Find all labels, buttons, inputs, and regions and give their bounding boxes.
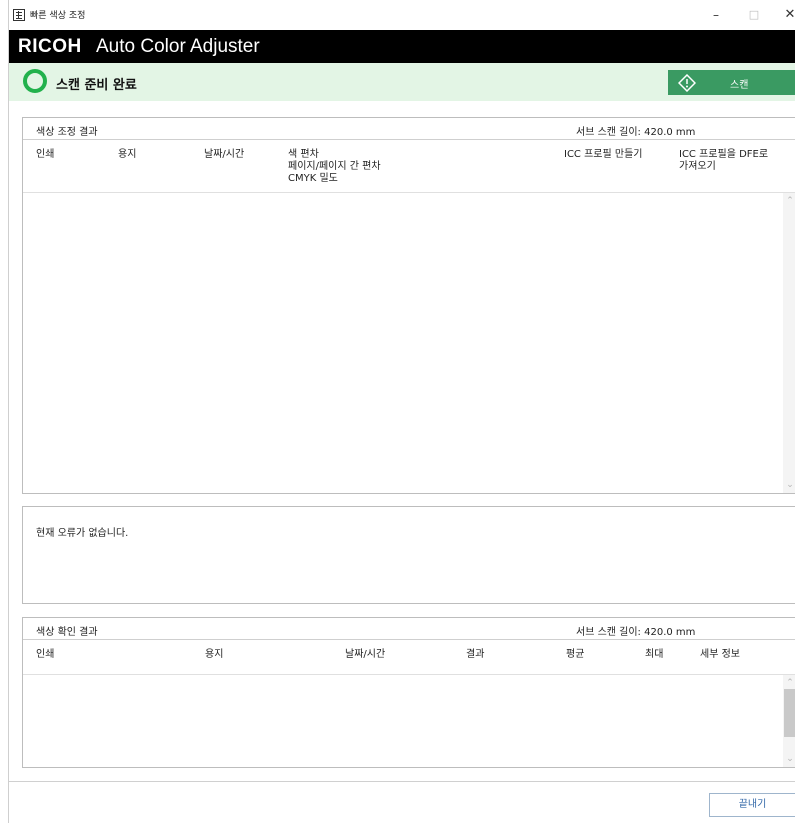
adj-col-icc-import-line2: 가져오기 bbox=[679, 161, 716, 172]
scan-button[interactable]: 스캔 bbox=[668, 70, 795, 95]
check-scrollbar[interactable]: ⌃ ⌄ bbox=[783, 675, 795, 767]
maximize-button[interactable]: □ bbox=[739, 6, 769, 24]
adj-col-icc-import-line1: ICC 프로필을 DFE로 bbox=[679, 149, 769, 160]
window-title: 빠른 색상 조정 bbox=[30, 11, 86, 21]
check-col-average[interactable]: 평균 bbox=[566, 649, 584, 661]
adj-col-color-deviation-line2: 페이지/페이지 간 편차 bbox=[288, 161, 381, 172]
adjustment-header-divider bbox=[23, 192, 795, 193]
adjustment-scrollbar[interactable]: ⌃ ⌄ bbox=[783, 193, 795, 493]
ricoh-logo: RICOH bbox=[18, 36, 82, 57]
check-col-result[interactable]: 결과 bbox=[466, 649, 484, 661]
color-check-panel: 색상 확인 결과 서브 스캔 길이: 420.0 mm 인쇄 용지 날짜/시간 … bbox=[22, 617, 795, 768]
status-text: 스캔 준비 완료 bbox=[56, 78, 137, 93]
adj-col-paper[interactable]: 용지 bbox=[118, 149, 136, 161]
check-col-max[interactable]: 최대 bbox=[645, 649, 663, 661]
check-col-print[interactable]: 인쇄 bbox=[36, 649, 54, 661]
adjustment-panel-header: 색상 조정 결과 서브 스캔 길이: 420.0 mm bbox=[23, 118, 795, 140]
exit-button[interactable]: 끝내기 bbox=[709, 793, 795, 817]
check-sub-scan-length: 서브 스캔 길이: 420.0 mm bbox=[576, 627, 696, 638]
app-icon bbox=[13, 9, 25, 21]
adj-col-color-deviation[interactable]: 색 편차 페이지/페이지 간 편차 CMYK 밀도 bbox=[288, 149, 381, 185]
adjustment-sub-scan-length: 서브 스캔 길이: 420.0 mm bbox=[576, 127, 696, 138]
scan-button-label: 스캔 bbox=[730, 80, 749, 91]
app-window: 빠른 색상 조정 – □ ✕ RICOH Auto Color Adjuster… bbox=[8, 0, 795, 823]
adj-col-datetime[interactable]: 날짜/시간 bbox=[204, 149, 244, 161]
error-message-panel: 현재 오류가 없습니다. bbox=[22, 506, 795, 604]
check-panel-header: 색상 확인 결과 서브 스캔 길이: 420.0 mm bbox=[23, 618, 795, 640]
scroll-down-icon[interactable]: ⌄ bbox=[783, 479, 795, 491]
title-bar: 빠른 색상 조정 – □ ✕ bbox=[9, 0, 795, 30]
check-col-datetime[interactable]: 날짜/시간 bbox=[345, 649, 385, 661]
check-panel-title: 색상 확인 결과 bbox=[36, 627, 98, 638]
status-bar: 스캔 준비 완료 스캔 bbox=[9, 63, 795, 101]
check-col-details[interactable]: 세부 정보 bbox=[700, 649, 740, 661]
adj-col-color-deviation-line3: CMYK 밀도 bbox=[288, 173, 338, 184]
check-col-paper[interactable]: 용지 bbox=[205, 649, 223, 661]
product-name: Auto Color Adjuster bbox=[96, 36, 260, 57]
start-diamond-icon bbox=[678, 74, 696, 92]
close-window-button[interactable]: ✕ bbox=[775, 6, 795, 24]
scroll-up-icon[interactable]: ⌃ bbox=[783, 677, 795, 689]
color-adjustment-panel: 색상 조정 결과 서브 스캔 길이: 420.0 mm 인쇄 용지 날짜/시간 … bbox=[22, 117, 795, 494]
adj-col-color-deviation-line1: 색 편차 bbox=[288, 149, 319, 160]
scroll-up-icon[interactable]: ⌃ bbox=[783, 195, 795, 207]
status-ring-icon bbox=[23, 69, 47, 93]
adj-col-icc-import[interactable]: ICC 프로필을 DFE로 가져오기 bbox=[679, 149, 768, 173]
check-header-divider bbox=[23, 674, 795, 675]
adjustment-panel-title: 색상 조정 결과 bbox=[36, 127, 98, 138]
adj-col-print[interactable]: 인쇄 bbox=[36, 149, 54, 161]
scrollbar-thumb[interactable] bbox=[784, 689, 795, 737]
brand-header: RICOH Auto Color Adjuster bbox=[9, 30, 795, 63]
scroll-down-icon[interactable]: ⌄ bbox=[783, 753, 795, 765]
footer-divider bbox=[9, 781, 795, 782]
error-message-text: 현재 오류가 없습니다. bbox=[36, 528, 129, 539]
adj-col-icc-make[interactable]: ICC 프로필 만들기 bbox=[564, 149, 642, 161]
minimize-button[interactable]: – bbox=[701, 6, 731, 24]
